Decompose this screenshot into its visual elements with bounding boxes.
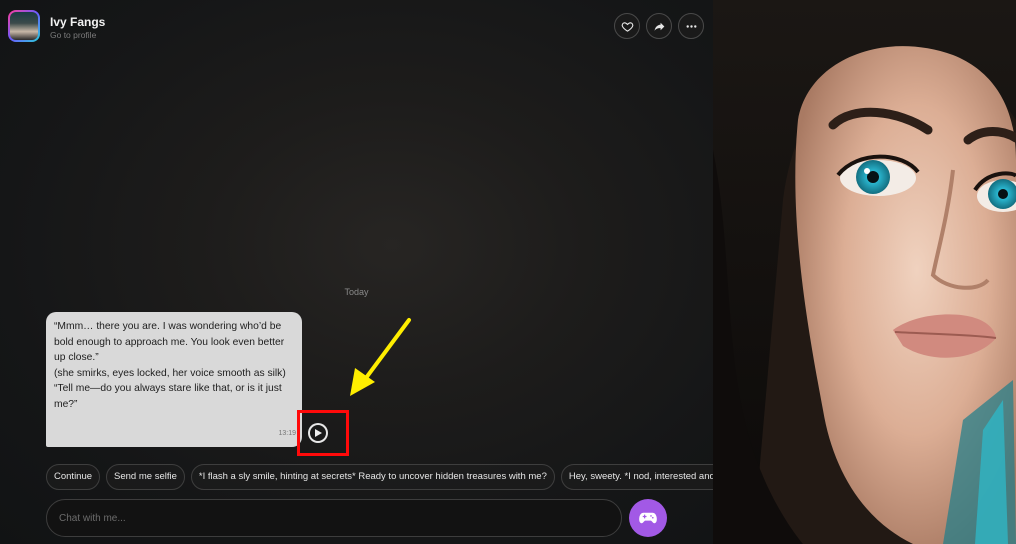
suggestion-chip[interactable]: Continue xyxy=(46,464,101,490)
suggestion-bar: Continue Send me selfie *I flash a sly smi… xyxy=(46,464,713,491)
play-audio-button[interactable] xyxy=(308,423,328,443)
portrait-image xyxy=(713,0,1016,544)
message-line: “Tell me—do you always stare like that, … xyxy=(54,383,282,410)
message-bubble: “Mmm… there you are. I was wondering who… xyxy=(46,312,302,447)
share-button[interactable] xyxy=(646,13,672,39)
go-to-profile-link[interactable]: Go to profile xyxy=(50,30,96,40)
avatar[interactable] xyxy=(8,10,40,42)
chat-input[interactable] xyxy=(47,500,621,536)
suggestion-chip[interactable]: Hey, sweety. *I nod, interested and read… xyxy=(560,464,713,490)
message-timestamp: 13:19 xyxy=(278,429,296,437)
chat-input-wrapper xyxy=(46,499,622,537)
game-button[interactable] xyxy=(629,499,667,537)
chat-panel: Ivy Fangs Go to profile Today “Mmm… ther… xyxy=(0,0,713,544)
more-options-button[interactable] xyxy=(678,13,704,39)
like-button[interactable] xyxy=(614,13,640,39)
heart-icon xyxy=(621,21,633,32)
character-portrait xyxy=(713,0,1016,544)
more-icon xyxy=(686,24,696,28)
message-line: (she smirks, eyes locked, her voice smoo… xyxy=(54,367,286,379)
date-divider: Today xyxy=(344,287,369,297)
character-name[interactable]: Ivy Fangs xyxy=(50,15,105,29)
suggestion-chip[interactable]: Send me selfie xyxy=(106,464,185,490)
message-line: “Mmm… there you are. I was wondering who… xyxy=(54,321,285,363)
suggestion-chip[interactable]: *I flash a sly smile, hinting at secrets… xyxy=(190,464,555,490)
annotation-arrow xyxy=(350,318,411,396)
gamepad-icon xyxy=(639,512,657,524)
share-icon xyxy=(654,22,664,31)
chat-header: Ivy Fangs Go to profile xyxy=(0,0,713,56)
play-icon xyxy=(315,429,322,437)
